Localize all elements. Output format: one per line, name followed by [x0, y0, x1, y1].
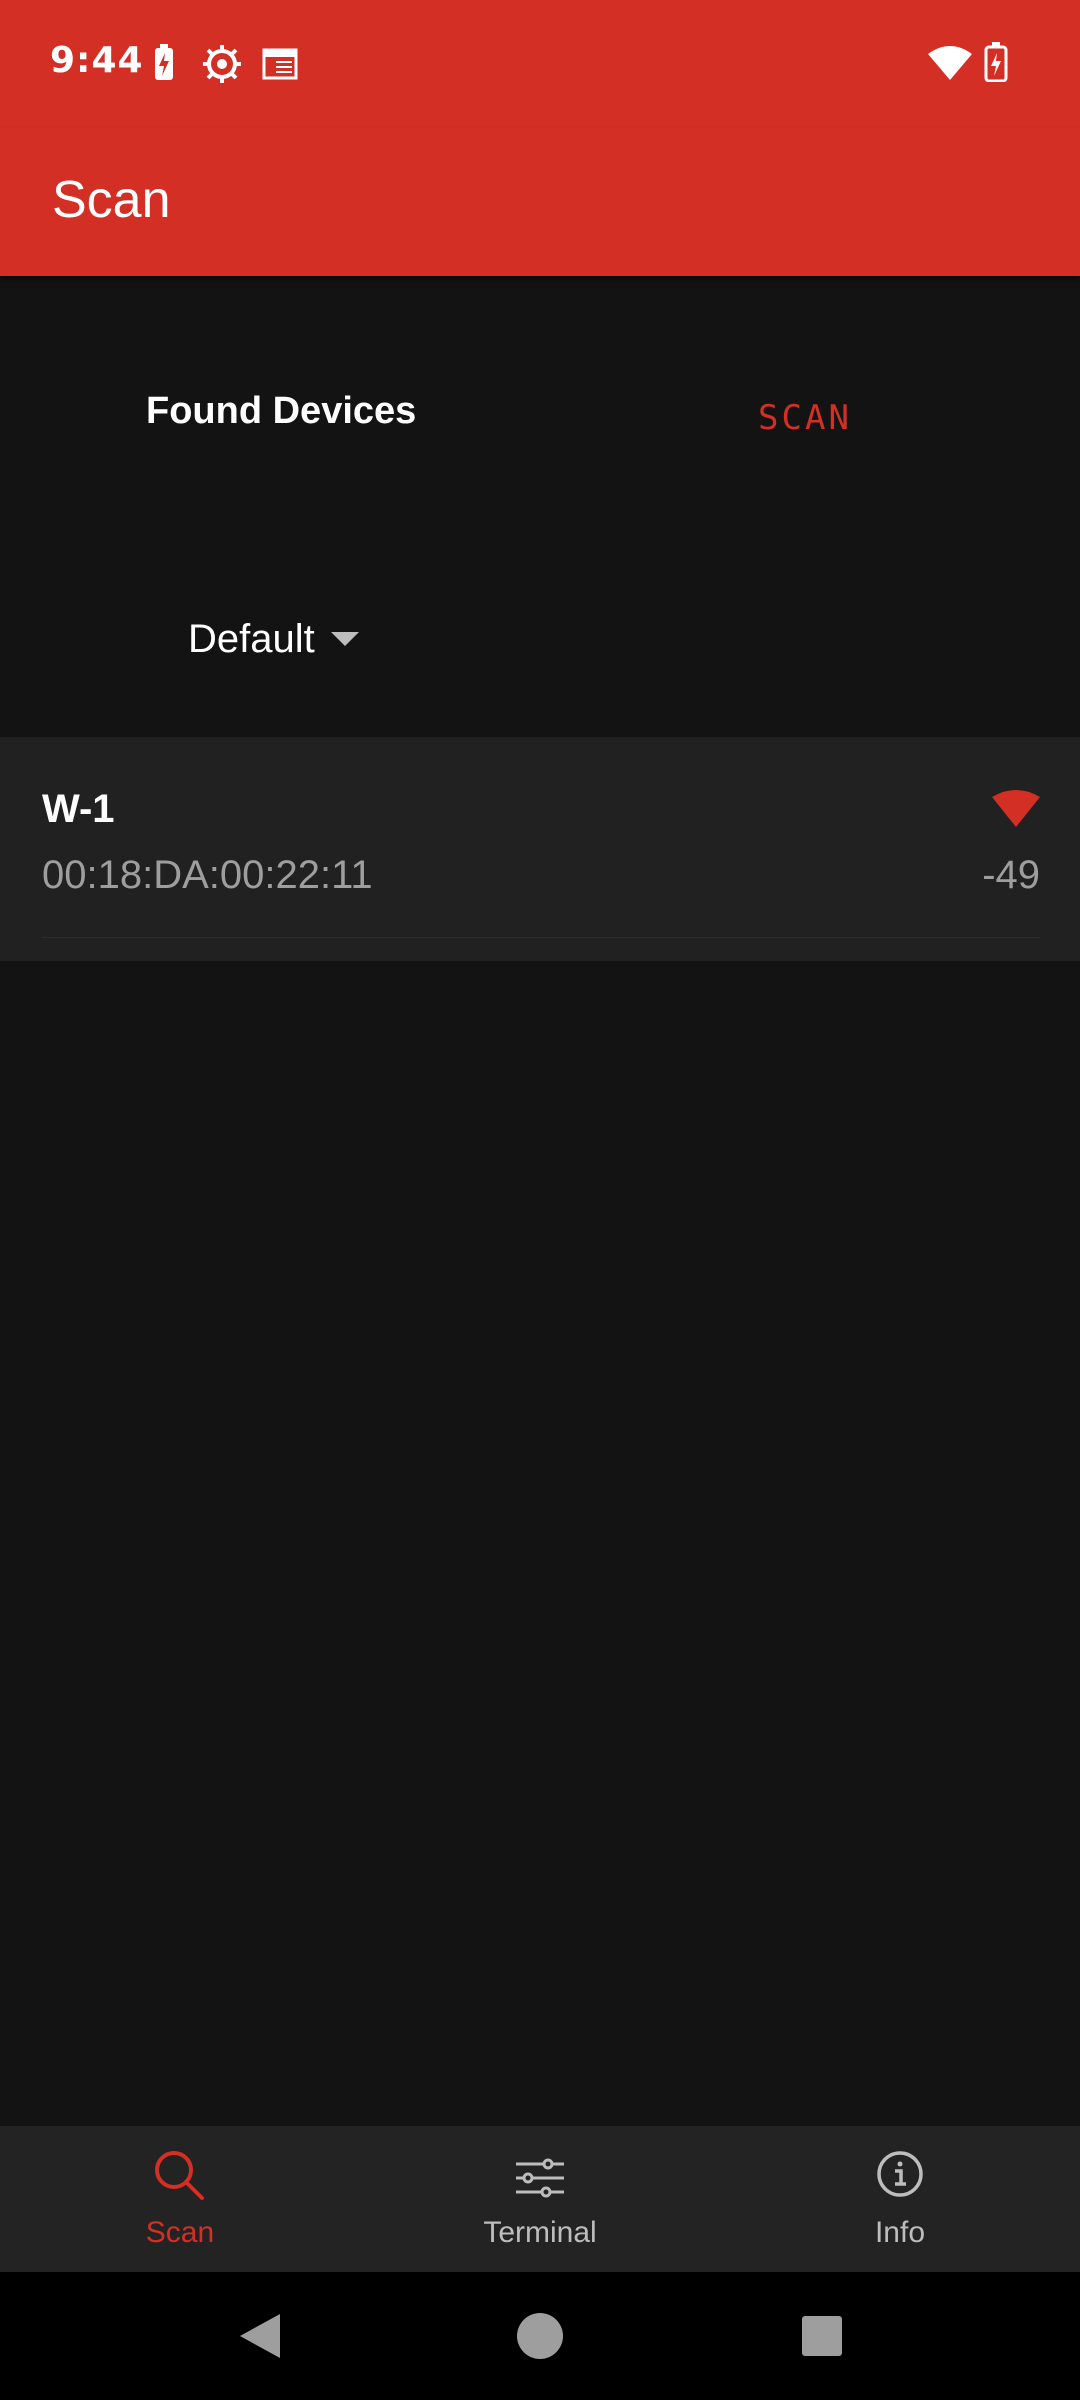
- sort-selected-value: Default: [188, 616, 315, 661]
- sliders-icon: [360, 2148, 720, 2208]
- nav-label-terminal: Terminal: [483, 2216, 597, 2249]
- wifi-signal-icon: [992, 789, 1040, 831]
- recents-button[interactable]: [782, 2272, 862, 2400]
- device-mac-address: 00:18:DA:00:22:11: [42, 853, 373, 897]
- page-title: Scan: [52, 171, 171, 229]
- search-icon: [0, 2148, 360, 2208]
- settings-gear-icon: [202, 44, 242, 88]
- device-name: W-1: [42, 787, 115, 831]
- home-circle-icon: [517, 2313, 563, 2359]
- battery-charging-icon: [984, 42, 1008, 86]
- nav-item-terminal[interactable]: Terminal: [360, 2126, 720, 2272]
- wifi-icon: [928, 46, 972, 84]
- nav-label-scan: Scan: [145, 2216, 215, 2249]
- recents-square-icon: [802, 2316, 842, 2356]
- scan-button[interactable]: SCAN: [720, 388, 890, 448]
- system-navigation-bar: [0, 2272, 1080, 2400]
- back-triangle-icon: [240, 2314, 280, 2358]
- calendar-icon: [262, 48, 298, 84]
- status-time: 9:44: [50, 40, 144, 81]
- nav-item-scan[interactable]: Scan: [0, 2126, 360, 2272]
- home-button[interactable]: [500, 2272, 580, 2400]
- divider: [42, 937, 1040, 938]
- device-rssi: -49: [982, 853, 1040, 897]
- back-button[interactable]: [220, 2272, 300, 2400]
- info-icon: [720, 2148, 1080, 2208]
- device-list-item[interactable]: W-1 00:18:DA:00:22:11 -49: [0, 737, 1080, 961]
- devices-header: Found Devices SCAN: [0, 360, 1080, 480]
- found-devices-title: Found Devices: [146, 390, 417, 432]
- battery-charging-icon: [152, 44, 176, 86]
- dropdown-arrow-icon: [330, 632, 359, 646]
- sort-dropdown[interactable]: Default: [188, 604, 359, 674]
- app-bar: Scan: [0, 128, 1080, 276]
- bottom-navigation: Scan Terminal Info: [0, 2126, 1080, 2272]
- nav-item-info[interactable]: Info: [720, 2126, 1080, 2272]
- status-bar: 9:44: [0, 0, 1080, 128]
- nav-label-info: Info: [874, 2216, 926, 2249]
